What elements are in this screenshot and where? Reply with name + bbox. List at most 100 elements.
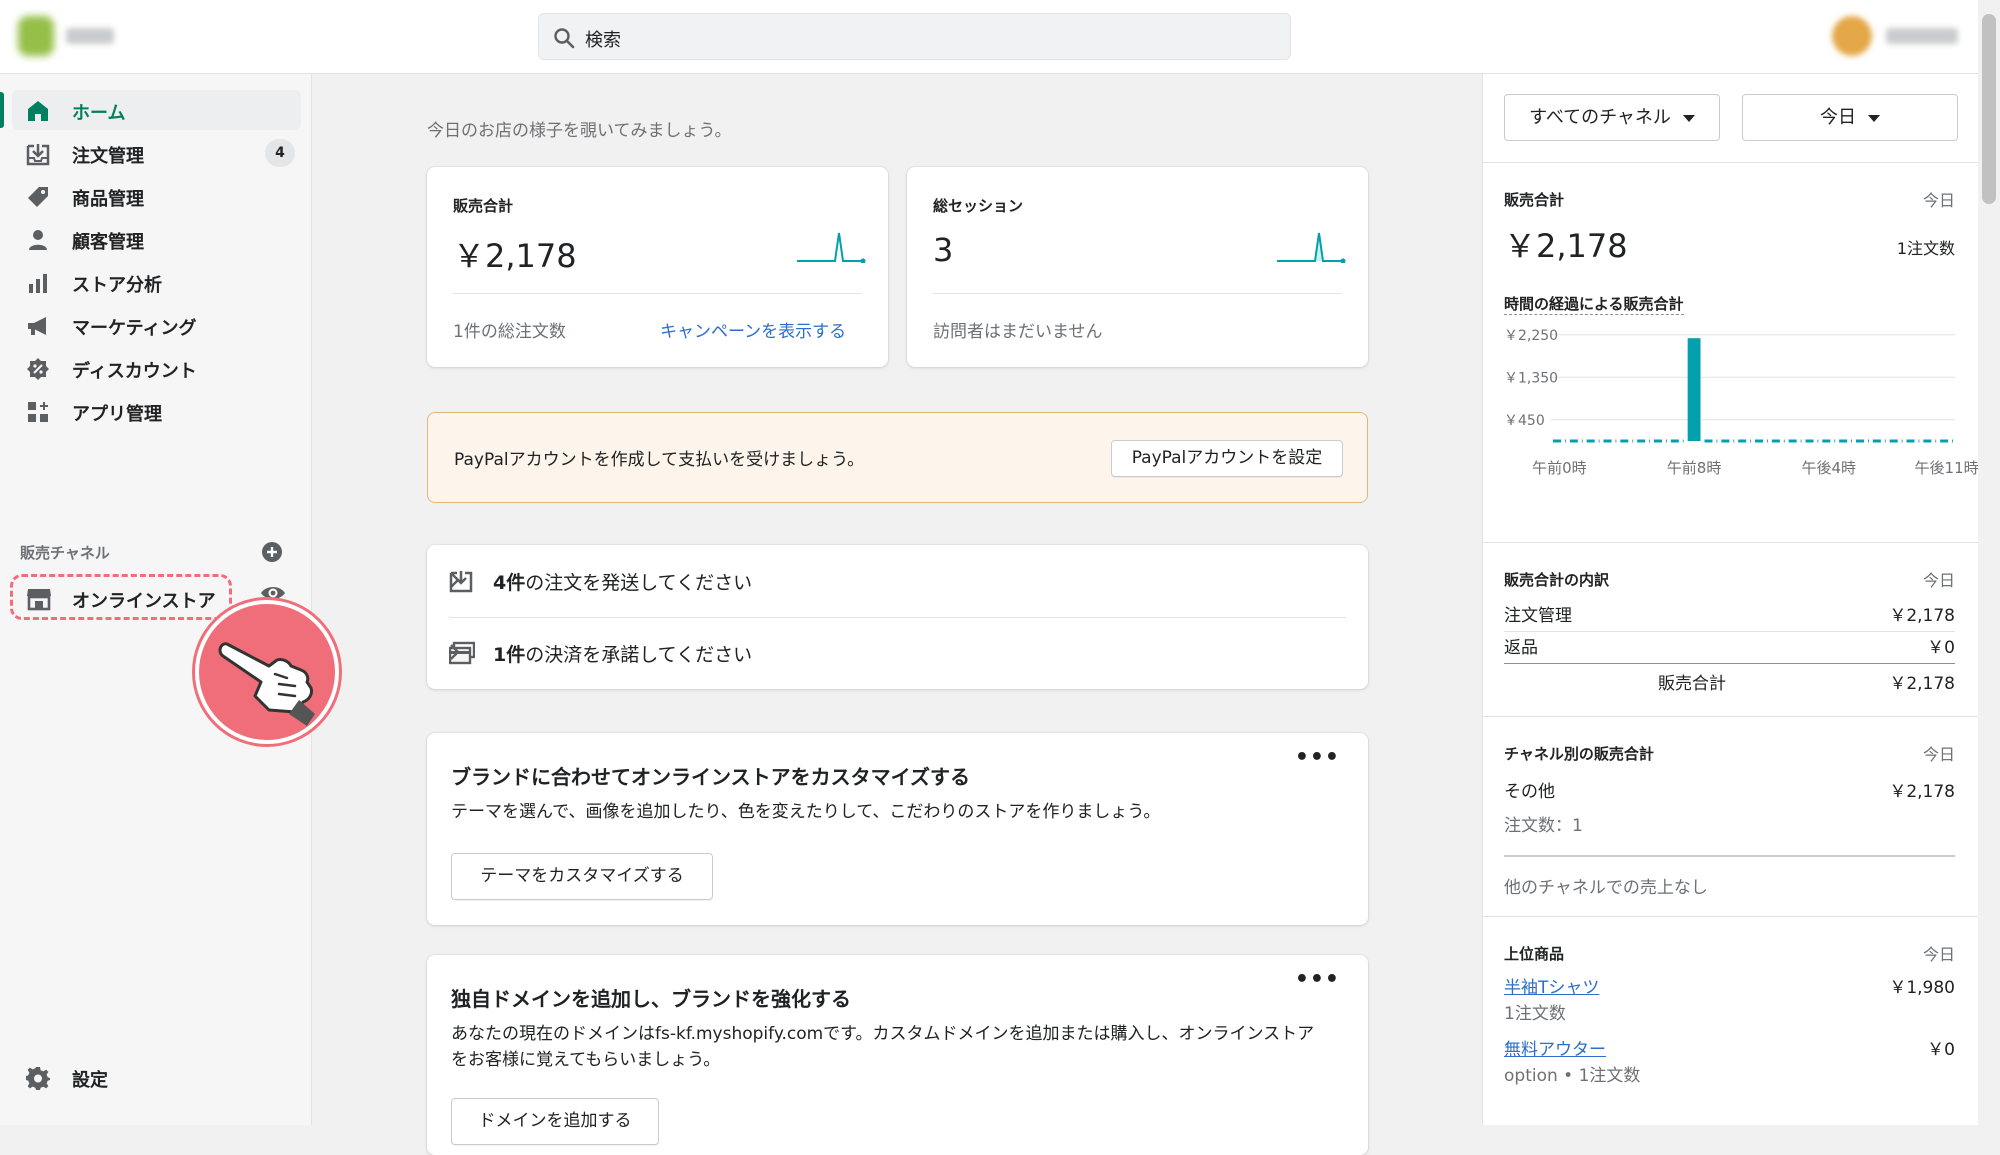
sidebar-item-label: ホーム — [72, 103, 126, 124]
breakdown-value: ￥2,178 — [1889, 606, 1955, 626]
view-campaigns-link[interactable]: キャンペーンを表示する — [660, 317, 846, 342]
store-name-blurred[interactable] — [66, 28, 114, 44]
sidebar-item-home[interactable]: ホーム — [0, 90, 301, 130]
sidebar-item-label: 顧客管理 — [72, 232, 144, 253]
task-text: 4件の注文を発送してください — [493, 572, 753, 594]
sidebar-item-settings[interactable]: 設定 — [12, 1057, 301, 1097]
breakdown-label: 返品 — [1504, 638, 1538, 658]
apps-icon — [28, 402, 48, 422]
more-options-icon[interactable]: ••• — [1295, 967, 1340, 992]
date-dropdown[interactable]: 今日 — [1742, 94, 1958, 141]
greeting-text: 今日のお店の様子を覗いてみましょう。 — [427, 121, 732, 141]
sales-total-value: ￥2,178 — [1504, 227, 1628, 265]
metric-title: 販売合計 — [453, 197, 514, 215]
sales-metric-card[interactable]: 販売合計 ￥2,178 1件の総注文数 キャンペーンを表示する — [427, 167, 888, 367]
sessions-sparkline — [1277, 232, 1346, 263]
search-icon — [554, 28, 575, 49]
metric-value: 3 — [933, 231, 954, 269]
breakdown-total-label: 販売合計 — [1658, 674, 1726, 694]
channel-orders: 注文数：1 — [1504, 816, 1583, 836]
section-period: 今日 — [1922, 945, 1955, 964]
sales-sparkline — [797, 232, 866, 263]
add-domain-button[interactable]: ドメインを追加する — [451, 1098, 659, 1145]
metric-title: 総セッション — [933, 197, 1024, 215]
discount-icon — [27, 358, 49, 380]
setup-paypal-button[interactable]: PayPalアカウントを設定 — [1111, 440, 1343, 477]
paypal-banner: PayPalアカウントを作成して支払いを受けましょう。 PayPalアカウントを… — [427, 412, 1368, 503]
store-logo[interactable] — [18, 16, 54, 56]
sidebar-item-analytics[interactable]: ストア分析 — [12, 262, 301, 302]
divider — [453, 293, 862, 294]
card-title: 独自ドメインを追加し、ブランドを強化する — [451, 987, 851, 1011]
sidebar: ホーム 注文管理 4 商品管理 顧客管理 ストア分析 マーケティング ディスカウ… — [0, 74, 339, 1125]
sales-over-time-chart: ￥2,250 ￥1,350 ￥450 午前0時 午前8時 午後4時 午後11時 — [1504, 328, 1979, 477]
sidebar-item-orders[interactable]: 注文管理 4 — [12, 133, 301, 173]
product-link[interactable]: 無料アウター — [1504, 1035, 1606, 1060]
avatar[interactable] — [1832, 16, 1872, 56]
sidebar-item-customers[interactable]: 顧客管理 — [12, 219, 301, 259]
section-title: チャネル別の販売合計 — [1504, 745, 1654, 763]
caret-down-icon — [1868, 114, 1880, 122]
sidebar-item-apps[interactable]: アプリ管理 — [12, 391, 301, 431]
person-icon — [29, 230, 47, 250]
home-icon — [28, 101, 48, 121]
gear-icon — [26, 1067, 50, 1090]
no-other-channel-sales: 他のチャネルでの売上なし — [1504, 878, 1708, 898]
add-channel-icon[interactable] — [260, 540, 284, 564]
search-placeholder: 検索 — [585, 30, 621, 51]
sidebar-item-label: ディスカウント — [72, 361, 197, 382]
top-products-section: 上位商品 今日 半袖Tシャツ ￥1,980 1注文数 無料アウター ￥0 opt… — [1483, 916, 1979, 1125]
card-description: あなたの現在のドメインはfs-kf.myshopify.comです。カスタムドメ… — [451, 1024, 1315, 1070]
active-indicator — [0, 92, 4, 128]
x-tick-label: 午前8時 — [1667, 459, 1722, 477]
task-fulfill-orders[interactable]: 4件の注文を発送してください — [427, 545, 1368, 617]
sidebar-item-products[interactable]: 商品管理 — [12, 176, 301, 216]
breakdown-value: ￥0 — [1927, 638, 1955, 658]
section-title: 販売合計の内訳 — [1504, 571, 1610, 589]
y-tick-label: ￥2,250 — [1504, 328, 1558, 344]
metric-footnote: 訪問者はまだいません — [933, 322, 1103, 342]
x-tick-label: 午後4時 — [1801, 459, 1856, 477]
section-period: 今日 — [1922, 191, 1955, 210]
customize-store-card: ブランドに合わせてオンラインストアをカスタマイズする ••• テーマを選んで、画… — [427, 733, 1368, 925]
user-name-blurred[interactable] — [1886, 28, 1958, 44]
card-title: ブランドに合わせてオンラインストアをカスタマイズする — [451, 765, 970, 789]
channel-dropdown[interactable]: すべてのチャネル — [1504, 94, 1720, 141]
product-subtext: 1注文数 — [1504, 1004, 1566, 1024]
task-capture-payment[interactable]: 1件の決済を承諾してください — [427, 617, 1368, 689]
search-input[interactable]: 検索 — [538, 13, 1291, 60]
sidebar-item-discounts[interactable]: ディスカウント — [12, 348, 301, 388]
product-value: ￥0 — [1927, 1040, 1955, 1060]
sales-breakdown-section: 販売合計の内訳 今日 注文管理 ￥2,178 返品 ￥0 販売合計 ￥2,178 — [1483, 542, 1979, 716]
top-bar: 検索 — [0, 0, 2000, 74]
channel-value: ￥2,178 — [1889, 782, 1955, 802]
more-options-icon[interactable]: ••• — [1295, 745, 1340, 770]
metric-value: ￥2,178 — [453, 237, 577, 275]
x-tick-label: 午前0時 — [1532, 459, 1587, 477]
breakdown-label: 注文管理 — [1504, 606, 1572, 626]
sidebar-item-label: 設定 — [72, 1070, 108, 1091]
main-content: 今日のお店の様子を覗いてみましょう。 販売合計 ￥2,178 1件の総注文数 キ… — [312, 74, 1482, 1155]
sessions-metric-card[interactable]: 総セッション 3 訪問者はまだいません — [907, 167, 1368, 367]
sidebar-item-marketing[interactable]: マーケティング — [12, 305, 301, 345]
product-link[interactable]: 半袖Tシャツ — [1504, 973, 1599, 998]
product-subtext: option • 1注文数 — [1504, 1066, 1641, 1086]
divider — [1504, 631, 1955, 632]
bar-chart-icon — [29, 274, 47, 293]
caret-down-icon — [1682, 114, 1695, 122]
y-tick-label: ￥1,350 — [1504, 370, 1558, 386]
tag-icon — [28, 187, 48, 207]
channel-name: その他 — [1504, 782, 1555, 802]
card-description: テーマを選んで、画像を追加したり、色を変えたりして、こだわりのストアを作りましょ… — [451, 802, 1161, 822]
task-text: 1件の決済を承諾してください — [493, 644, 753, 666]
domain-card: 独自ドメインを追加し、ブランドを強化する ••• あなたの現在のドメインはfs-… — [427, 955, 1368, 1155]
orders-icon — [26, 144, 50, 166]
chevron-right-icon — [450, 644, 460, 660]
divider — [933, 293, 1342, 294]
breakdown-total-value: ￥2,178 — [1889, 674, 1955, 694]
product-value: ￥1,980 — [1889, 978, 1955, 998]
scrollbar-thumb[interactable] — [1982, 14, 1996, 204]
customize-theme-button[interactable]: テーマをカスタマイズする — [451, 853, 713, 900]
chart-bar — [1687, 338, 1701, 441]
sales-channels-heading: 販売チャネル — [20, 544, 110, 562]
